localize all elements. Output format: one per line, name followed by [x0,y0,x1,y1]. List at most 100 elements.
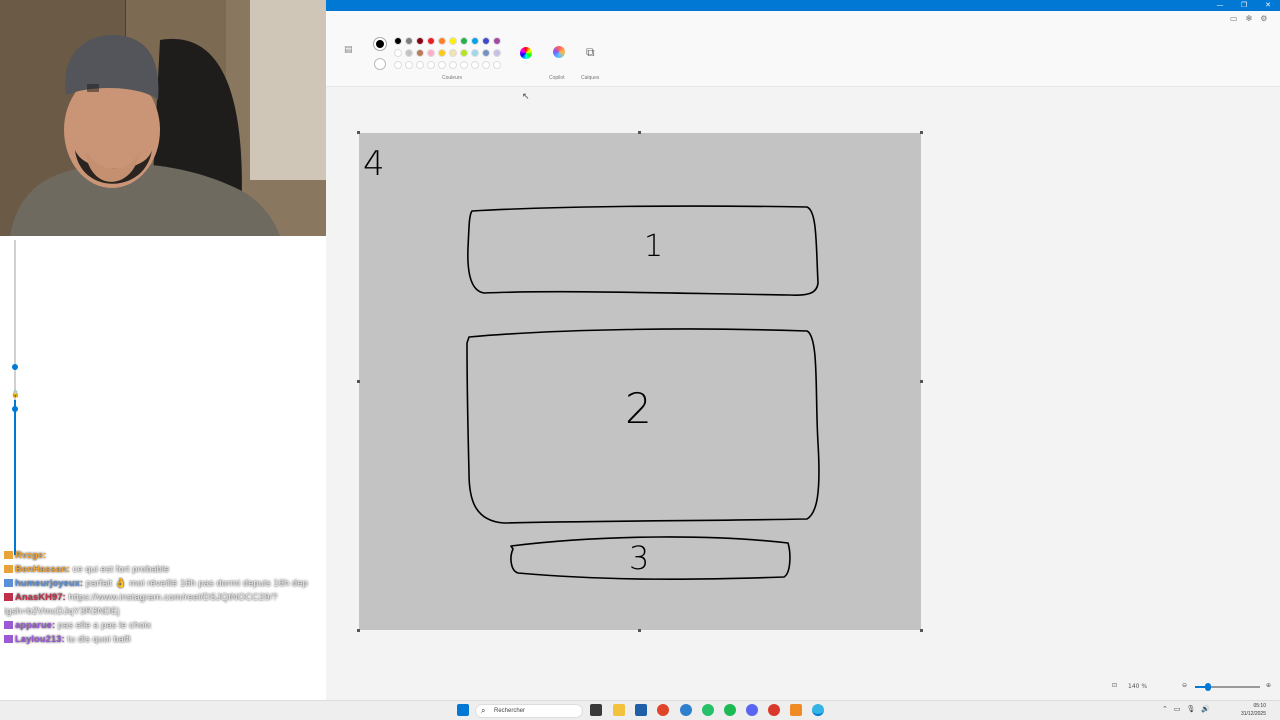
comment-icon[interactable]: ▭ [1230,14,1238,23]
chevron-up-icon[interactable]: ⌃ [1162,705,1168,713]
color-swatch[interactable] [460,49,468,57]
volume-icon[interactable]: 🔊 [1201,705,1210,713]
chat-username[interactable]: humeurjoyeux: [15,578,86,589]
resize-handle[interactable] [920,629,923,632]
task-view-icon[interactable] [590,704,602,716]
color-swatch[interactable] [438,37,446,45]
label-2: 2 [625,384,652,433]
chat-username[interactable]: apparue: [15,620,58,631]
color-swatch[interactable] [405,61,413,69]
chrome-icon[interactable] [768,704,780,716]
app-icon[interactable] [790,704,802,716]
slider-handle[interactable] [12,364,18,370]
color-swatch[interactable] [427,61,435,69]
color-swatch[interactable] [482,61,490,69]
resize-handle[interactable] [920,131,923,134]
layers-label: Calques [581,75,600,81]
fit-icon[interactable]: ⊡ [1112,682,1117,689]
chat-message: BenHassan: ce qui est fort probable [4,563,326,577]
zoom-out-icon[interactable]: ⊖ [1182,682,1187,689]
zoom-level[interactable]: 140 % [1128,683,1147,690]
resize-handle[interactable] [920,380,923,383]
close-icon[interactable]: ✕ [1256,0,1280,11]
edit-colors-icon[interactable] [520,47,532,59]
color-swatch[interactable] [460,61,468,69]
mic-icon[interactable]: 🎙 [1187,705,1196,713]
brushes-icon[interactable]: ▤ [344,45,353,55]
ribbon-side-icons: ▭ ✻ ⚙ [1230,14,1267,23]
minimize-icon[interactable]: — [1208,0,1232,11]
color-swatch[interactable] [394,49,402,57]
color-swatch[interactable] [427,37,435,45]
paint-canvas[interactable]: 4 1 2 3 [359,133,921,630]
color-swatch[interactable] [394,37,402,45]
chat-badge-icon [4,621,13,630]
color-swatch[interactable] [471,49,479,57]
color-swatch[interactable] [394,61,402,69]
color-swatch[interactable] [449,49,457,57]
search-icon: ⌕ [481,706,486,715]
chat-username[interactable]: Laylou213: [15,634,67,645]
chat-message: Rvzge: [4,549,326,563]
chat-username[interactable]: BenHassan: [15,564,73,575]
color-swatch[interactable] [416,49,424,57]
color-swatch[interactable] [493,37,501,45]
chat-badge-icon [4,565,13,574]
store-icon[interactable] [635,704,647,716]
maximize-icon[interactable]: ❐ [1232,0,1256,11]
brave-icon[interactable] [657,704,669,716]
chat-username[interactable]: AnasKH97: [15,592,68,603]
layers-icon[interactable]: ⧉ [586,45,595,60]
chat-text: tu dis quoi balfi [67,634,131,645]
settings-icon[interactable]: ⚙ [1260,14,1267,23]
color-swatch[interactable] [438,49,446,57]
taskbar-search[interactable]: ⌕ Rechercher [475,704,583,718]
resize-handle[interactable] [357,131,360,134]
resize-handle[interactable] [357,380,360,383]
color-swatch[interactable] [471,61,479,69]
sparkle-icon[interactable]: ✻ [1246,14,1253,23]
mouse-cursor-icon: ↖ [522,92,530,102]
canvas-drawing: 4 1 2 3 [363,144,820,580]
color-swatch[interactable] [405,49,413,57]
resize-handle[interactable] [357,629,360,632]
whatsapp-icon[interactable] [702,704,714,716]
resize-handle[interactable] [638,629,641,632]
chat-message: apparue: pas elle a pas le choix [4,619,326,633]
copilot-icon[interactable] [553,46,565,58]
chat-username[interactable]: Rvzge: [15,550,46,561]
color-swatch[interactable] [460,37,468,45]
chat-text: parfait 👌 moi réveillé 16h pas dormi dep… [85,578,308,589]
secondary-color-swatch[interactable] [374,58,386,70]
color-swatch[interactable] [493,61,501,69]
browser-icon[interactable] [680,704,692,716]
file-explorer-icon[interactable] [613,704,625,716]
resize-handle[interactable] [638,131,641,134]
zoom-slider-knob[interactable] [1205,683,1211,691]
color-swatch[interactable] [471,37,479,45]
color-swatch[interactable] [438,61,446,69]
network-icon[interactable]: ▭ [1174,705,1181,713]
chat-badge-icon [4,635,13,644]
palette-row-1 [394,37,501,45]
discord-icon[interactable] [746,704,758,716]
chat-message: AnasKH97: https://www.instagram.com/reel… [4,591,326,619]
windows-start-icon[interactable] [457,704,469,716]
clock-time: 05:10 [1253,703,1266,709]
color-swatch[interactable] [449,37,457,45]
paint-icon[interactable] [812,704,824,716]
zoom-in-icon[interactable]: ⊕ [1266,682,1271,689]
color-swatch[interactable] [482,37,490,45]
color-swatch[interactable] [416,61,424,69]
color-swatch[interactable] [405,37,413,45]
color-swatch[interactable] [482,49,490,57]
taskbar-clock[interactable]: 05:10 31/12/2025 [1241,702,1266,718]
slider-handle[interactable] [12,406,18,412]
spotify-icon[interactable] [724,704,736,716]
color-swatch[interactable] [416,37,424,45]
color-swatch[interactable] [449,61,457,69]
color-swatch[interactable] [427,49,435,57]
color-swatch[interactable] [493,49,501,57]
chat-text: pas elle a pas le choix [57,620,152,631]
primary-color-swatch[interactable] [374,38,386,50]
